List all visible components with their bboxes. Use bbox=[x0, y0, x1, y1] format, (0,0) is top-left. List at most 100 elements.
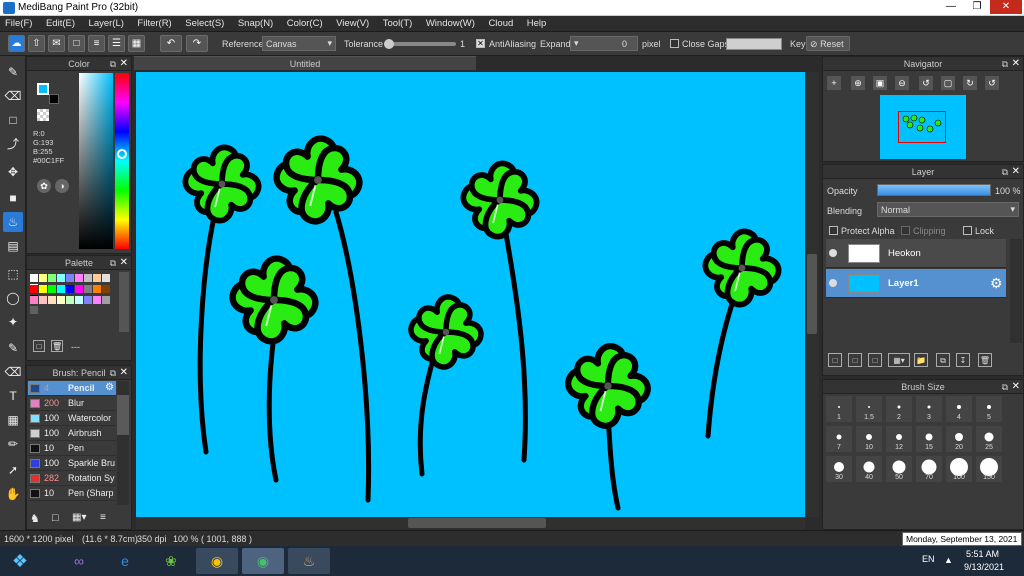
navigator-preview[interactable] bbox=[880, 95, 966, 159]
pin-icon[interactable]: ⧉ bbox=[1002, 165, 1008, 179]
share-icon[interactable]: ⇧ bbox=[28, 35, 45, 52]
canvas-vertical-scrollbar[interactable] bbox=[805, 72, 819, 517]
palette-swatch[interactable] bbox=[75, 296, 83, 304]
hand-tool-icon[interactable]: ✋ bbox=[3, 484, 23, 504]
gradient-tool-icon[interactable]: ▤ bbox=[3, 236, 23, 256]
palette-swatch[interactable] bbox=[30, 296, 38, 304]
zoom-in-magnifier-icon[interactable]: ⊕ bbox=[851, 76, 865, 90]
brush-item[interactable]: 200 Blur bbox=[28, 396, 116, 411]
minimize-button[interactable]: — bbox=[938, 0, 964, 14]
maximize-button[interactable]: ❐ bbox=[964, 0, 990, 14]
brush-item[interactable]: 100 Watercolor bbox=[28, 411, 116, 426]
close-gaps-slider[interactable] bbox=[726, 38, 782, 50]
select-tool-icon[interactable]: ⬚ bbox=[3, 264, 23, 284]
menu-window[interactable]: Window(W) bbox=[421, 16, 481, 29]
flip-icon[interactable]: ▢ bbox=[941, 76, 955, 90]
internet-explorer-icon[interactable]: e bbox=[104, 548, 146, 574]
move-tool-icon[interactable]: ✥ bbox=[3, 162, 23, 182]
palette-swatch[interactable] bbox=[66, 296, 74, 304]
layer-row-selected[interactable]: Layer1 ⚙ bbox=[826, 269, 1006, 298]
brush-tool-icon[interactable]: ✎ bbox=[3, 62, 23, 82]
lasso-tool-icon[interactable]: ◯ bbox=[3, 288, 23, 308]
menu-select[interactable]: Select(S) bbox=[180, 16, 230, 29]
palette-scrollbar[interactable] bbox=[119, 272, 129, 332]
hue-handle[interactable] bbox=[117, 149, 127, 159]
fit-icon[interactable]: ▣ bbox=[873, 76, 887, 90]
visibility-icon[interactable] bbox=[829, 249, 837, 257]
brush-size-option[interactable]: 7 bbox=[825, 425, 853, 453]
menu-filter[interactable]: Filter(R) bbox=[132, 16, 177, 29]
clock-date[interactable]: 9/13/2021 bbox=[964, 562, 1004, 572]
chrome-icon[interactable]: ◉ bbox=[196, 548, 238, 574]
reset-rotation-icon[interactable]: ↺ bbox=[985, 76, 999, 90]
clock-time[interactable]: 5:51 AM bbox=[966, 549, 999, 559]
brush-size-option[interactable]: 15 bbox=[915, 425, 943, 453]
brush-size-option[interactable]: 1.5 bbox=[855, 395, 883, 423]
background-color[interactable] bbox=[49, 94, 59, 104]
palette-swatch[interactable] bbox=[30, 274, 38, 282]
palette-swatch[interactable] bbox=[66, 285, 74, 293]
reset-button[interactable]: ⊘ Reset bbox=[806, 36, 850, 51]
antialiasing-checkbox[interactable]: ✕ bbox=[476, 38, 485, 49]
protect-alpha-checkbox[interactable] bbox=[829, 225, 838, 236]
close-icon[interactable]: ✕ bbox=[1012, 380, 1020, 394]
grid-icon[interactable]: ▦ bbox=[128, 35, 145, 52]
delete-palette-icon[interactable]: 🗑 bbox=[51, 340, 63, 352]
brush-size-option[interactable]: 30 bbox=[825, 455, 853, 483]
brush-size-option[interactable]: 100 bbox=[945, 455, 973, 483]
brush-item[interactable]: 10 Pen (Sharp bbox=[28, 486, 116, 501]
menu-color[interactable]: Color(C) bbox=[282, 16, 329, 29]
document-icon[interactable]: ≡ bbox=[88, 35, 105, 52]
close-icon[interactable]: ✕ bbox=[1012, 57, 1020, 71]
brush-scrollbar[interactable] bbox=[117, 381, 129, 505]
brush-size-option[interactable]: 12 bbox=[885, 425, 913, 453]
palette-swatch[interactable] bbox=[30, 285, 38, 293]
rotate-left-icon[interactable]: ↺ bbox=[919, 76, 933, 90]
palette-swatches[interactable] bbox=[27, 272, 117, 320]
eraser-tool-icon[interactable]: ⌫ bbox=[3, 86, 23, 106]
magic-wand-icon[interactable]: ✦ bbox=[3, 312, 23, 332]
file-icon[interactable]: □ bbox=[68, 35, 85, 52]
menu-edit[interactable]: Edit(E) bbox=[41, 16, 81, 29]
palette-swatch[interactable] bbox=[102, 296, 110, 304]
tolerance-slider-handle[interactable] bbox=[384, 39, 394, 49]
layer-scrollbar[interactable] bbox=[1010, 239, 1022, 343]
close-icon[interactable]: ✕ bbox=[120, 256, 128, 270]
comment-icon[interactable]: ✉ bbox=[48, 35, 65, 52]
menu-snap[interactable]: Snap(N) bbox=[233, 16, 279, 29]
list-icon[interactable]: ☰ bbox=[108, 35, 125, 52]
palette-swatch[interactable] bbox=[93, 285, 101, 293]
brush-size-option[interactable]: 10 bbox=[855, 425, 883, 453]
medibang-icon[interactable]: ◉ bbox=[242, 548, 284, 574]
brush-size-option[interactable]: 40 bbox=[855, 455, 883, 483]
palette-swatch[interactable] bbox=[102, 274, 110, 282]
palette-swatch[interactable] bbox=[93, 296, 101, 304]
duplicate-layer-icon[interactable]: ⧉ bbox=[936, 353, 950, 367]
brush-size-option[interactable]: 50 bbox=[885, 455, 913, 483]
divide-tool-icon[interactable]: ▦ bbox=[3, 410, 23, 430]
close-icon[interactable]: ✕ bbox=[120, 57, 128, 71]
transparent-color[interactable] bbox=[37, 109, 49, 121]
opacity-slider[interactable] bbox=[877, 184, 991, 196]
palette-swatch[interactable] bbox=[93, 274, 101, 282]
palette-swatch[interactable] bbox=[75, 285, 83, 293]
visibility-icon[interactable] bbox=[829, 279, 837, 287]
palette-swatch[interactable] bbox=[30, 306, 38, 314]
palette-swatch[interactable] bbox=[39, 274, 47, 282]
menu-file[interactable]: File(F) bbox=[0, 16, 38, 29]
brush-size-option[interactable]: 4 bbox=[945, 395, 973, 423]
folder-icon[interactable]: 📁 bbox=[914, 353, 928, 367]
close-gaps-checkbox[interactable] bbox=[670, 38, 679, 49]
palette-swatch[interactable] bbox=[57, 274, 65, 282]
palette-swatch[interactable] bbox=[84, 285, 92, 293]
new-layer-icon[interactable]: □ bbox=[828, 353, 842, 367]
blending-select[interactable]: Normal ▾ bbox=[877, 202, 1019, 217]
tray-arrow-icon[interactable]: ▲ bbox=[944, 555, 953, 565]
brush-item[interactable]: 10 Pen bbox=[28, 441, 116, 456]
palette-swatch[interactable] bbox=[66, 274, 74, 282]
foreground-color[interactable] bbox=[37, 83, 49, 95]
brush-size-option[interactable]: 25 bbox=[975, 425, 1003, 453]
brush-settings-icon[interactable]: ≡ bbox=[100, 512, 114, 526]
menu-view[interactable]: View(V) bbox=[331, 16, 375, 29]
tolerance-slider[interactable] bbox=[384, 39, 456, 49]
